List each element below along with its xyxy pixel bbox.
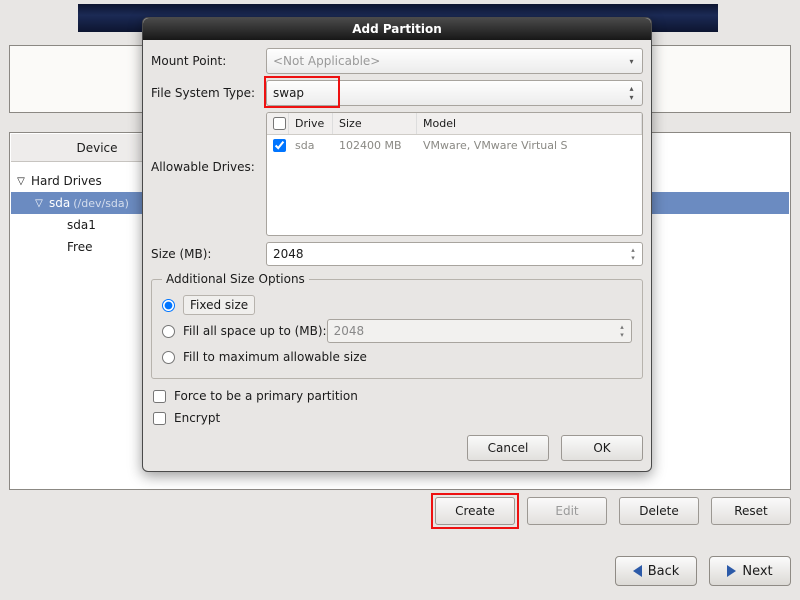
fstype-label: File System Type:	[151, 86, 266, 100]
drive-row-checkbox[interactable]	[273, 139, 286, 152]
edit-button: Edit	[527, 497, 607, 525]
radio-fixed-size-label: Fixed size	[183, 295, 255, 315]
create-button[interactable]: Create	[435, 497, 515, 525]
radio-fill-max-label: Fill to maximum allowable size	[183, 350, 367, 364]
radio-fill-up-to[interactable]	[162, 325, 175, 338]
arrow-right-icon	[727, 565, 736, 577]
drive-row-sda[interactable]: sda 102400 MB VMware, VMware Virtual S	[267, 135, 642, 157]
disclosure-triangle-icon[interactable]: ▽	[15, 175, 27, 187]
additional-size-legend: Additional Size Options	[162, 272, 309, 286]
tree-label: Hard Drives	[31, 174, 102, 188]
tree-label: Free	[67, 240, 92, 254]
arrow-left-icon	[633, 565, 642, 577]
fstype-value: swap	[273, 86, 304, 100]
col-model: Model	[417, 113, 642, 134]
col-drive: Drive	[289, 113, 333, 134]
fill-up-to-input: 2048 ▴▾	[327, 319, 632, 343]
radio-fixed-size[interactable]	[162, 299, 175, 312]
chevron-down-icon: ▾	[624, 52, 639, 70]
dialog-title: Add Partition	[143, 18, 651, 40]
add-partition-dialog: Add Partition Mount Point: <Not Applicab…	[142, 17, 652, 472]
size-input[interactable]: 2048 ▴▾	[266, 242, 643, 266]
additional-size-options: Additional Size Options Fixed size Fill …	[151, 272, 643, 379]
drive-size: 102400 MB	[333, 135, 417, 157]
wizard-nav-bar: Back Next	[9, 556, 791, 586]
partition-action-bar: Create Edit Delete Reset	[9, 497, 791, 525]
next-label: Next	[742, 564, 772, 579]
back-label: Back	[648, 564, 680, 579]
spinbox-icon: ▴▾	[615, 321, 629, 341]
disclosure-triangle-icon[interactable]: ▽	[33, 197, 45, 209]
drives-select-all-checkbox[interactable]	[273, 117, 286, 130]
encrypt-label: Encrypt	[174, 411, 220, 425]
tree-label: sda	[49, 196, 70, 210]
ok-button[interactable]: OK	[561, 435, 643, 461]
back-button[interactable]: Back	[615, 556, 697, 586]
size-value: 2048	[273, 247, 304, 261]
drives-header: Drive Size Model	[267, 113, 642, 135]
mount-point-value: <Not Applicable>	[273, 54, 380, 68]
spinbox-icon[interactable]: ▴▾	[626, 244, 640, 264]
encrypt-checkbox[interactable]	[153, 412, 166, 425]
drive-name: sda	[289, 135, 333, 157]
radio-fill-up-to-label: Fill all space up to (MB):	[183, 324, 327, 338]
tree-label: sda1	[67, 218, 96, 232]
delete-button[interactable]: Delete	[619, 497, 699, 525]
force-primary-checkbox[interactable]	[153, 390, 166, 403]
cancel-button[interactable]: Cancel	[467, 435, 549, 461]
updown-icon: ▴▾	[624, 84, 639, 102]
allowable-drives-list[interactable]: Drive Size Model sda 102400 MB VMware, V…	[266, 112, 643, 236]
reset-button[interactable]: Reset	[711, 497, 791, 525]
drive-model: VMware, VMware Virtual S	[417, 135, 642, 157]
radio-fill-max[interactable]	[162, 351, 175, 364]
force-primary-label: Force to be a primary partition	[174, 389, 358, 403]
mount-point-dropdown[interactable]: <Not Applicable> ▾	[266, 48, 643, 74]
allowable-drives-label: Allowable Drives:	[151, 112, 266, 174]
size-label: Size (MB):	[151, 247, 266, 261]
fstype-dropdown[interactable]: swap ▴▾	[266, 80, 643, 106]
mount-point-label: Mount Point:	[151, 54, 266, 68]
col-size: Size	[333, 113, 417, 134]
next-button[interactable]: Next	[709, 556, 791, 586]
fill-up-to-value: 2048	[334, 324, 365, 338]
tree-device-path: (/dev/sda)	[73, 197, 129, 210]
